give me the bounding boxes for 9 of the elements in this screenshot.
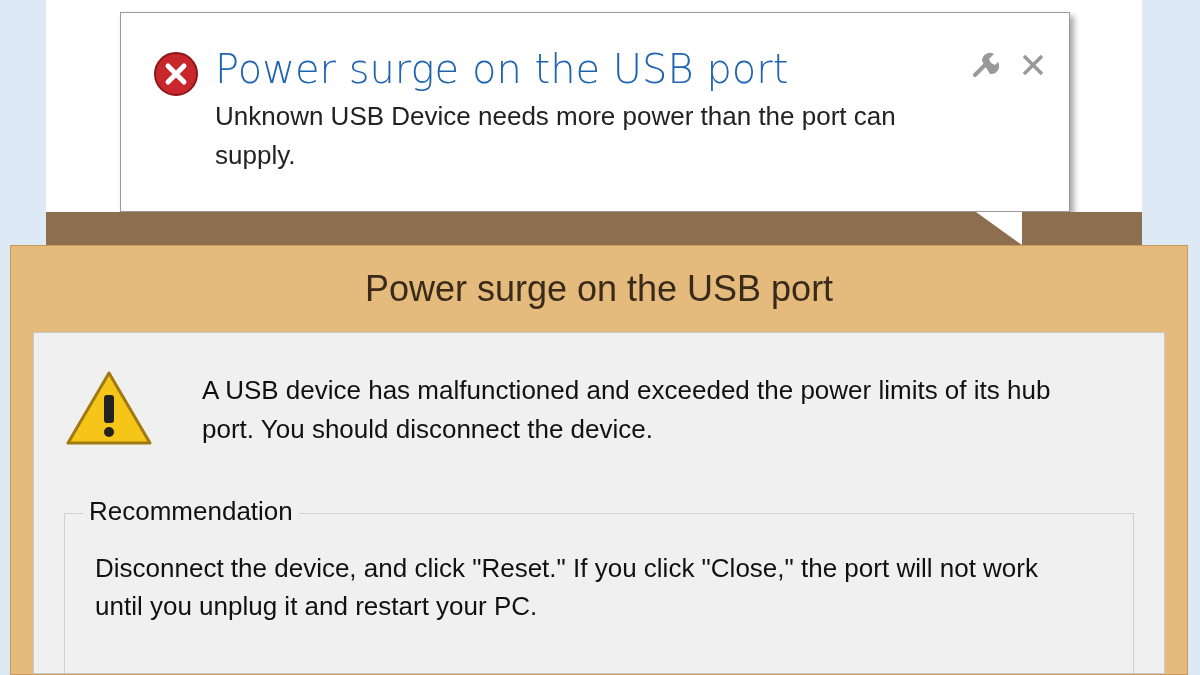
callout-tail [976,212,1022,245]
dialog-title: Power surge on the USB port [363,267,835,311]
notification-toast[interactable]: Power surge on the USB port Unknown USB Device needs more power than the port can supply. [120,12,1070,212]
notification-title: Power surge on the USB port [215,47,790,91]
notification-message: Unknown USB Device needs more power than the port can supply. [215,100,897,172]
settings-icon[interactable] [971,51,999,79]
error-icon [153,51,199,97]
dialog-message: A USB device has malfunctioned and exceeded the power limits of its hub port. You should disconnect the device. [202,374,1052,446]
recommendation-text: Disconnect the device, and click "Reset." If you click "Close," the port will not work until you unplug it and restart your PC. [95,552,1039,623]
